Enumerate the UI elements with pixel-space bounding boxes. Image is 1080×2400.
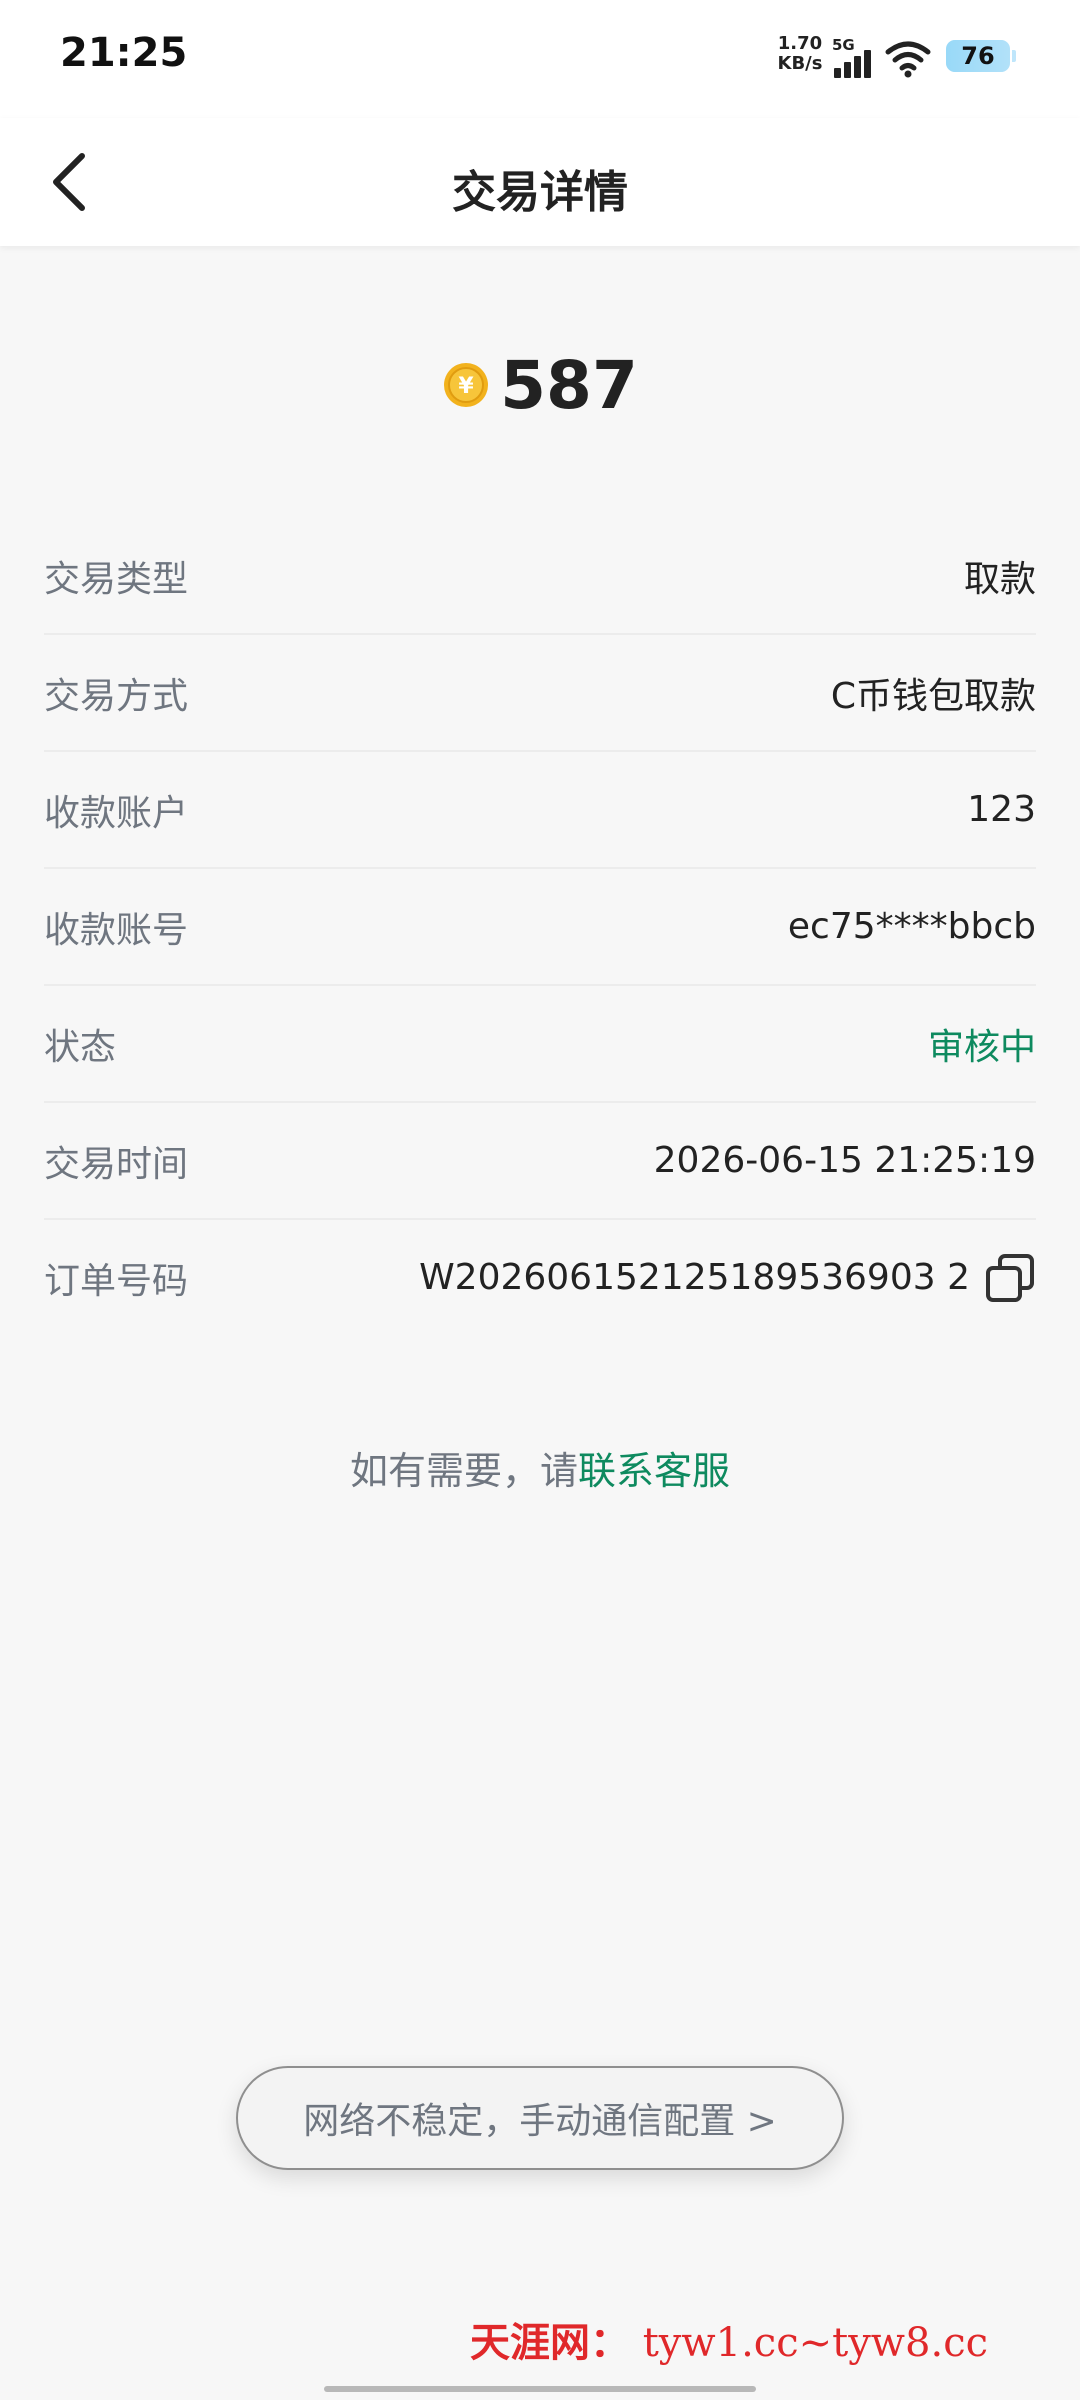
watermark-cn: 天涯网： [470, 2319, 630, 2366]
cellular-signal-icon: 5G [830, 36, 880, 78]
detail-row-account: 收款账户 123 [44, 752, 1036, 869]
status-bar: 21:25 1.70 KB/s 5G 76 [0, 0, 1080, 118]
network-speed-value: 1.70 [777, 33, 823, 54]
status-badge: 审核中 [927, 1026, 1036, 1068]
detail-row-type: 交易类型 取款 [44, 518, 1036, 635]
detail-row-account-number: 收款账号 ec75****bbcb [44, 869, 1036, 986]
detail-label: 交易时间 [44, 1143, 189, 1185]
detail-value: 2026-06-15 21:25:19 [653, 1140, 1036, 1181]
coin-icon: ¥ [444, 363, 489, 407]
help-text: 如有需要，请联系客服 [0, 1440, 1080, 1495]
amount-display: ¥ 587 [0, 340, 1080, 430]
detail-label: 收款账号 [44, 909, 189, 951]
wifi-icon [885, 41, 931, 78]
detail-label: 状态 [44, 1026, 117, 1068]
home-indicator[interactable] [324, 2386, 756, 2392]
order-number-value: W202606152125189536903 2 [419, 1252, 1036, 1304]
order-number-text: W202606152125189536903 2 [419, 1257, 970, 1298]
battery-icon: 76 [946, 40, 1016, 72]
network-config-button[interactable]: 网络不稳定，手动通信配置 > [236, 2066, 844, 2170]
transaction-detail-page: 21:25 1.70 KB/s 5G 76 交易详情 ¥ 587 交易类型 取款… [0, 0, 1080, 2400]
detail-value: 123 [967, 789, 1036, 830]
help-prefix: 如有需要，请 [349, 1449, 578, 1493]
coin-symbol: ¥ [458, 374, 474, 399]
detail-value: 取款 [963, 558, 1036, 600]
detail-label: 交易类型 [44, 558, 189, 600]
amount-value: 587 [500, 346, 638, 424]
transaction-details: 交易类型 取款 交易方式 C币钱包取款 收款账户 123 收款账号 ec75**… [44, 518, 1036, 1335]
copy-icon[interactable] [984, 1252, 1036, 1304]
detail-label: 订单号码 [44, 1260, 189, 1302]
network-type-label: 5G [832, 36, 855, 54]
detail-label: 收款账户 [44, 792, 189, 834]
detail-value: ec75****bbcb [787, 906, 1036, 947]
app-header: 交易详情 [0, 118, 1080, 246]
contact-support-link[interactable]: 联系客服 [578, 1449, 730, 1493]
watermark: 天涯网： tyw1.cc~tyw8.cc [470, 2310, 1070, 2366]
detail-label: 交易方式 [44, 675, 189, 717]
battery-level: 76 [961, 42, 995, 70]
status-time: 21:25 [60, 30, 188, 76]
network-speed: 1.70 KB/s [770, 34, 830, 74]
detail-row-order-number: 订单号码 W202606152125189536903 2 [44, 1220, 1036, 1335]
detail-value: C币钱包取款 [830, 675, 1036, 717]
detail-row-status: 状态 审核中 [44, 986, 1036, 1103]
detail-row-method: 交易方式 C币钱包取款 [44, 635, 1036, 752]
watermark-url: tyw1.cc~tyw8.cc [642, 2320, 988, 2366]
network-speed-unit: KB/s [777, 53, 823, 74]
page-title: 交易详情 [452, 167, 628, 218]
detail-row-time: 交易时间 2026-06-15 21:25:19 [44, 1103, 1036, 1220]
